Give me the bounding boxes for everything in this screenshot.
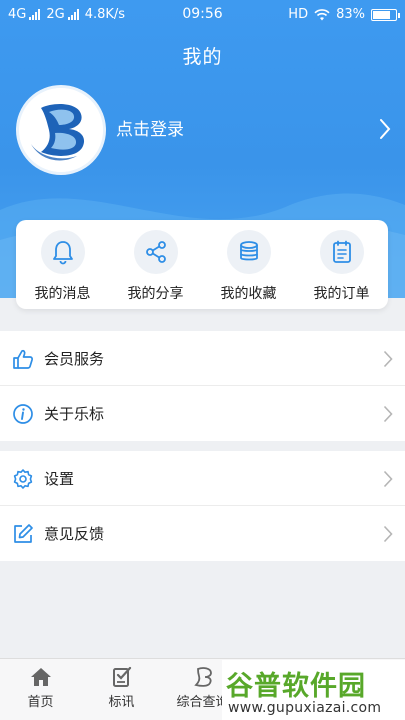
site-watermark: 谷普软件园 www.gupuxiazai.com xyxy=(222,660,405,720)
quick-action-share[interactable]: 我的分享 xyxy=(109,220,202,309)
home-icon xyxy=(30,668,51,686)
edit-icon xyxy=(14,524,33,543)
quick-action-favorites[interactable]: 我的收藏 xyxy=(202,220,295,309)
app-logo-icon xyxy=(19,88,103,172)
menu-item-membership[interactable]: 会员服务 xyxy=(0,331,405,386)
quick-action-label: 我的消息 xyxy=(34,286,91,302)
quick-actions-card: 我的消息 我的分享 我的收藏 我的订单 xyxy=(16,220,388,309)
share-icon xyxy=(145,241,166,263)
avatar[interactable] xyxy=(16,85,106,175)
menu-item-label: 会员服务 xyxy=(44,349,105,368)
menu-group-app: 设置 意见反馈 xyxy=(0,451,405,561)
chevron-right-icon xyxy=(383,470,393,488)
tab-notices[interactable]: 标讯 xyxy=(81,659,162,720)
page-title: 我的 xyxy=(182,46,223,68)
thumbs-up-icon xyxy=(13,349,34,369)
tab-home[interactable]: 首页 xyxy=(0,659,81,720)
chevron-right-icon xyxy=(383,525,393,543)
search-logo-icon xyxy=(193,667,212,687)
menu-group-account: 会员服务 关于乐标 xyxy=(0,331,405,441)
quick-action-label: 我的订单 xyxy=(313,286,370,302)
quick-action-orders[interactable]: 我的订单 xyxy=(295,220,388,309)
status-bar: 4G 2G 4.8K/s 09:56 HD 83% xyxy=(0,0,405,30)
menu-item-about[interactable]: 关于乐标 xyxy=(0,386,405,441)
menu-item-label: 关于乐标 xyxy=(44,405,105,423)
battery-percent: 83% xyxy=(336,7,365,22)
menu-item-label: 意见反馈 xyxy=(44,525,105,543)
watermark-title: 谷普软件园 xyxy=(226,671,366,702)
watermark-url: www.gupuxiazai.com xyxy=(228,700,382,716)
coins-icon xyxy=(239,241,258,261)
notice-icon xyxy=(112,666,131,687)
chevron-right-icon xyxy=(383,350,393,368)
clipboard-icon xyxy=(332,240,351,263)
quick-action-label: 我的分享 xyxy=(127,286,184,302)
quick-action-label: 我的收藏 xyxy=(220,286,277,302)
menu-item-label: 设置 xyxy=(44,469,75,488)
tab-label: 综合查询 xyxy=(176,695,229,710)
chevron-right-icon[interactable] xyxy=(379,118,391,140)
tab-label: 标讯 xyxy=(108,695,135,710)
gear-icon xyxy=(13,469,33,489)
info-icon xyxy=(13,404,33,424)
bell-icon xyxy=(52,241,73,265)
wifi-icon xyxy=(314,8,330,20)
login-prompt[interactable]: 点击登录 xyxy=(116,115,184,140)
tab-label: 首页 xyxy=(27,695,54,710)
chevron-right-icon xyxy=(383,405,393,423)
battery-icon xyxy=(371,8,400,21)
menu-item-feedback[interactable]: 意见反馈 xyxy=(0,506,405,561)
menu-item-settings[interactable]: 设置 xyxy=(0,451,405,506)
hd-indicator: HD xyxy=(288,7,309,22)
quick-action-messages[interactable]: 我的消息 xyxy=(16,220,109,309)
